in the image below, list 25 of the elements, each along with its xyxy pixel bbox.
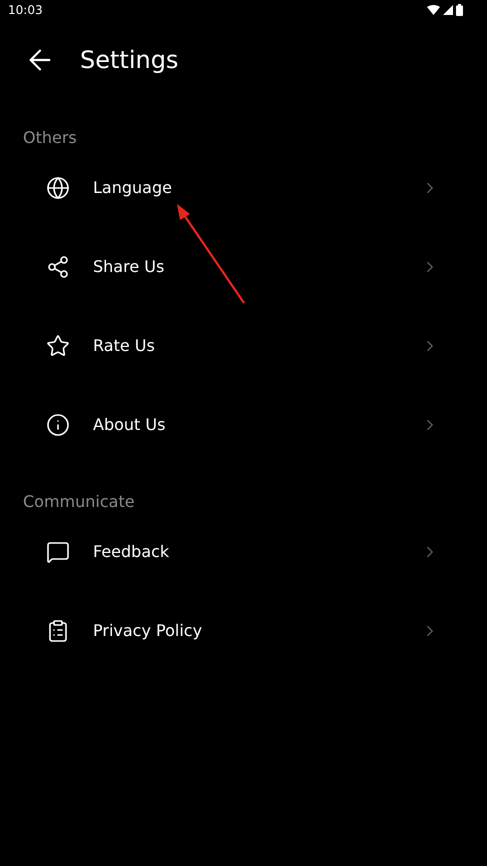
row-icon [46, 540, 70, 564]
battery-icon [456, 4, 463, 16]
signal-icon [443, 5, 453, 15]
settings-row[interactable]: Share Us [0, 227, 487, 306]
settings-row[interactable]: Rate Us [0, 306, 487, 385]
row-label: Share Us [93, 257, 166, 276]
row-icon [46, 176, 70, 200]
wifi-icon [427, 5, 440, 15]
status-time: 10:03 [8, 3, 43, 17]
row-icon [46, 254, 70, 278]
settings-row[interactable]: About Us [0, 385, 487, 464]
row-label: Language [93, 178, 173, 197]
settings-row[interactable]: Language [0, 148, 487, 227]
row-label: About Us [93, 415, 166, 434]
settings-row[interactable]: Feedback [0, 512, 487, 591]
page-title: Settings [80, 46, 178, 74]
row-icon [46, 618, 70, 642]
section-title: Others [22, 127, 78, 148]
row-label: Rate Us [93, 336, 156, 355]
row-icon [46, 334, 70, 358]
row-label: Privacy Policy [93, 621, 204, 640]
row-icon [46, 412, 70, 436]
section-title: Communicate [22, 491, 136, 512]
row-label: Feedback [93, 542, 170, 561]
settings-row[interactable]: Privacy Policy [0, 591, 487, 670]
